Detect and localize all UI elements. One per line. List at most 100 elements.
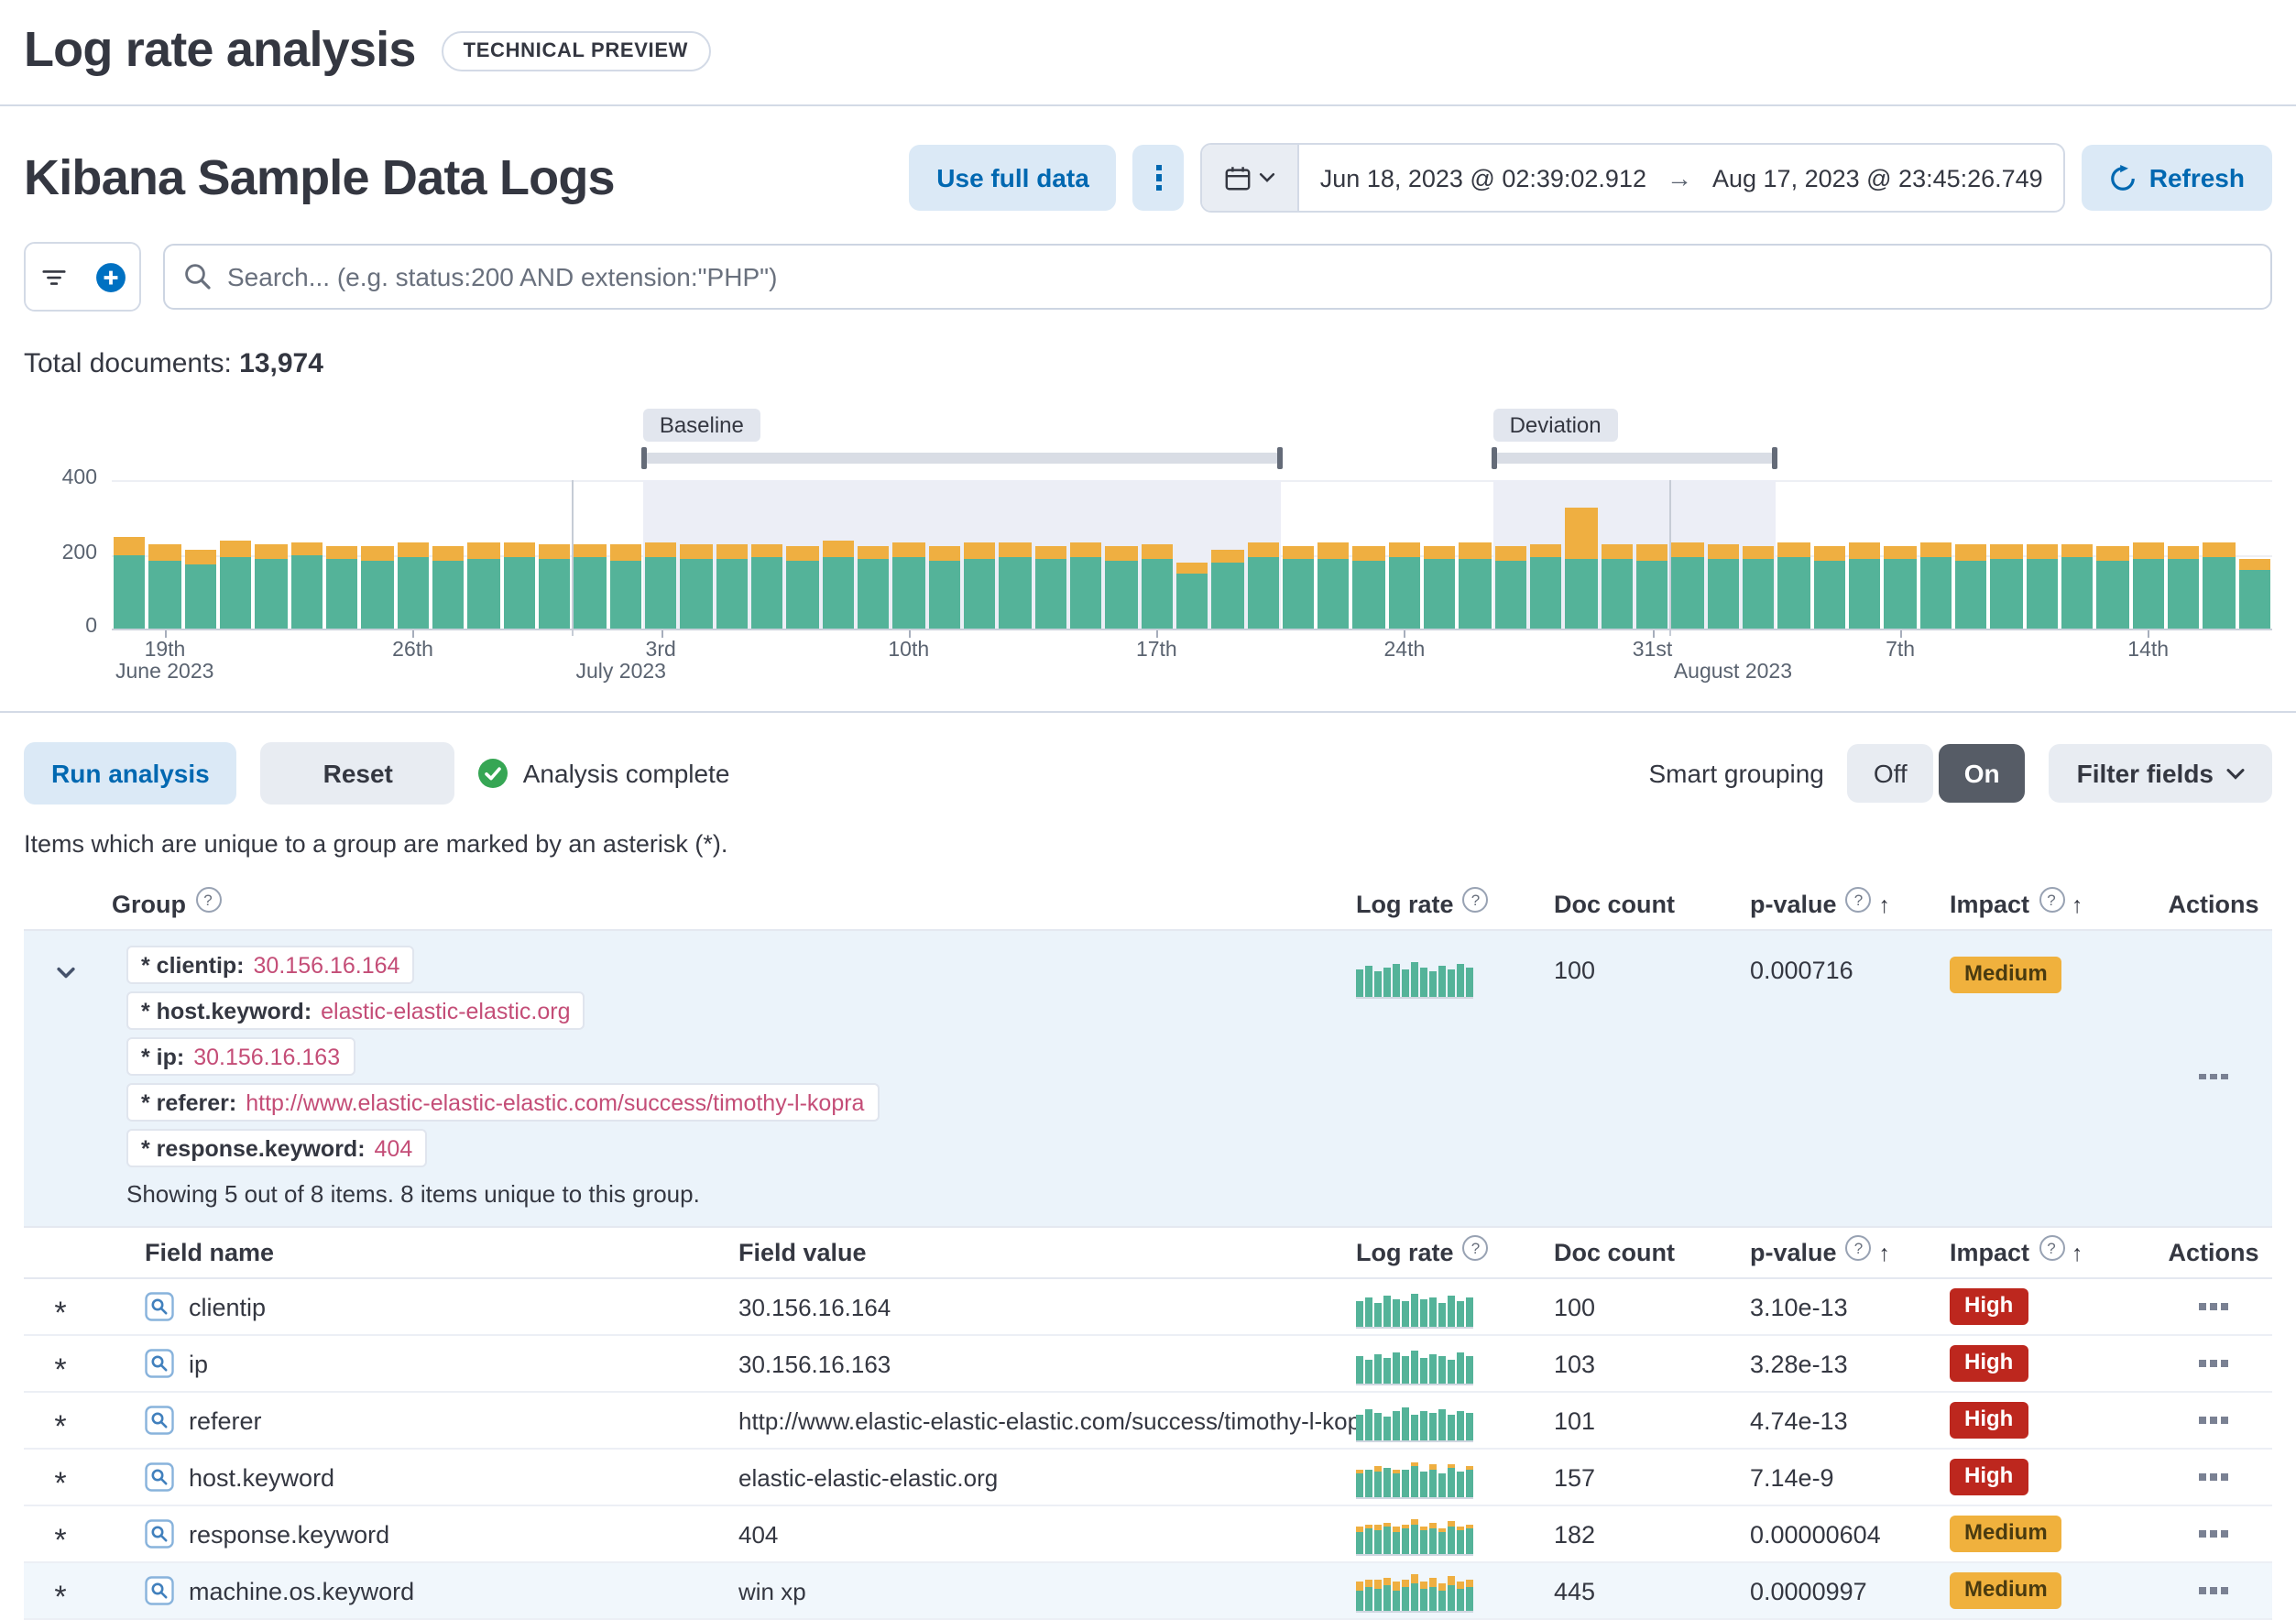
filter-toggle-button[interactable] bbox=[26, 244, 82, 310]
unique-marker: * bbox=[24, 1575, 97, 1606]
month-label: August 2023 bbox=[1674, 662, 1792, 684]
deviation-brush-right-handle[interactable] bbox=[1773, 447, 1778, 469]
histogram-bar bbox=[2097, 546, 2129, 629]
impact-badge: Medium bbox=[1950, 1572, 2062, 1609]
smart-grouping-toggle: Off On bbox=[1848, 744, 2026, 803]
filter-fields-label: Filter fields bbox=[2077, 759, 2214, 788]
month-label: July 2023 bbox=[576, 662, 666, 684]
histogram-bar bbox=[2238, 558, 2270, 629]
smart-grouping-off-button[interactable]: Off bbox=[1848, 744, 1933, 803]
date-start[interactable]: Jun 18, 2023 @ 02:39:02.912 bbox=[1300, 164, 1667, 192]
field-value: 30.156.16.164 bbox=[738, 1293, 1356, 1320]
reset-button[interactable]: Reset bbox=[261, 742, 455, 805]
field-value: elastic-elastic-elastic.org bbox=[738, 1463, 1356, 1491]
x-axis-tick bbox=[1156, 630, 1158, 638]
field-token-icon bbox=[145, 1349, 174, 1378]
p-value-column-header[interactable]: p-value?↑ bbox=[1750, 1239, 1950, 1266]
smart-grouping-on-button[interactable]: On bbox=[1939, 744, 2026, 803]
p-value-value: 7.14e-9 bbox=[1750, 1463, 1950, 1491]
check-circle-icon bbox=[479, 759, 508, 788]
row-actions-button[interactable] bbox=[2191, 1465, 2237, 1490]
histogram-bar bbox=[1105, 547, 1137, 629]
chevron-down-icon bbox=[1260, 172, 1276, 183]
doc-count-column-header: Doc count bbox=[1554, 1239, 1750, 1266]
histogram-bar bbox=[751, 544, 783, 629]
calendar-quick-select-button[interactable] bbox=[1203, 145, 1300, 211]
field-name-column-header: Field name bbox=[97, 1239, 738, 1266]
x-axis-label: 17th bbox=[1136, 640, 1177, 662]
section-title: Kibana Sample Data Logs bbox=[24, 149, 615, 206]
info-icon: ? bbox=[1846, 1234, 1872, 1260]
calendar-icon bbox=[1225, 164, 1252, 192]
doc-count-value: 445 bbox=[1554, 1577, 1750, 1604]
histogram-bar bbox=[326, 545, 358, 629]
row-actions-button[interactable] bbox=[2191, 1579, 2237, 1604]
field-table-row[interactable]: *ip30.156.16.1631033.28e-13High bbox=[24, 1336, 2272, 1393]
deviation-brush[interactable] bbox=[1493, 453, 1777, 464]
x-axis-label: 3rd bbox=[646, 640, 676, 662]
histogram-bar bbox=[184, 551, 216, 629]
field-table-header: Field name Field value Log rate? Doc cou… bbox=[24, 1228, 2272, 1279]
histogram-bar bbox=[1353, 547, 1385, 629]
date-range-picker[interactable]: Jun 18, 2023 @ 02:39:02.912 → Aug 17, 20… bbox=[1201, 143, 2065, 213]
technical-preview-badge: TECHNICAL PREVIEW bbox=[442, 30, 711, 71]
impact-column-header[interactable]: Impact?↑ bbox=[1950, 891, 2155, 918]
log-rate-column-header: Log rate? bbox=[1356, 891, 1554, 918]
row-actions-button[interactable] bbox=[2191, 1352, 2237, 1376]
total-documents: Total documents: 13,974 bbox=[24, 348, 2272, 379]
field-table-row[interactable]: *machine.os.keywordwin xp4450.0000997Med… bbox=[24, 1563, 2272, 1620]
sort-ascending-icon: ↑ bbox=[2072, 892, 2083, 917]
search-input[interactable] bbox=[163, 244, 2272, 310]
histogram-bar bbox=[1885, 545, 1917, 629]
run-analysis-button[interactable]: Run analysis bbox=[24, 742, 237, 805]
options-button[interactable] bbox=[1133, 145, 1185, 211]
row-actions-button[interactable] bbox=[2191, 1295, 2237, 1319]
field-table-row[interactable]: *clientip30.156.16.1641003.10e-13High bbox=[24, 1279, 2272, 1336]
add-filter-button[interactable] bbox=[82, 244, 139, 310]
histogram-bar bbox=[1247, 543, 1279, 629]
analysis-status: Analysis complete bbox=[479, 759, 730, 788]
boxes-horizontal-icon bbox=[2200, 1074, 2228, 1080]
group-actions-button[interactable] bbox=[2191, 1065, 2237, 1089]
p-value-column-header[interactable]: p-value?↑ bbox=[1750, 891, 1950, 918]
histogram-bar bbox=[999, 542, 1031, 629]
info-icon: ? bbox=[2039, 886, 2064, 912]
actions-column-header: Actions bbox=[2155, 891, 2272, 918]
analysis-status-label: Analysis complete bbox=[523, 759, 730, 788]
use-full-data-button[interactable]: Use full data bbox=[909, 145, 1117, 211]
filter-fields-button[interactable]: Filter fields bbox=[2050, 744, 2272, 803]
histogram-bar bbox=[1602, 545, 1634, 629]
impact-column-header[interactable]: Impact?↑ bbox=[1950, 1239, 2155, 1266]
baseline-brush-right-handle[interactable] bbox=[1277, 447, 1283, 469]
doc-count-value: 103 bbox=[1554, 1350, 1750, 1377]
group-table-row[interactable]: * clientip:30.156.16.164 * host.keyword:… bbox=[24, 931, 2272, 1228]
collapse-group-button[interactable] bbox=[49, 957, 82, 995]
field-table-row[interactable]: *response.keyword4041820.00000604Medium bbox=[24, 1506, 2272, 1563]
row-actions-button[interactable] bbox=[2191, 1522, 2237, 1547]
page-title: Log rate analysis bbox=[24, 22, 416, 79]
p-value-value: 3.10e-13 bbox=[1750, 1293, 1950, 1320]
impact-badge: High bbox=[1950, 1288, 2028, 1325]
group-item-chip: * clientip:30.156.16.164 bbox=[126, 946, 414, 984]
info-icon: ? bbox=[195, 886, 221, 912]
row-actions-button[interactable] bbox=[2191, 1408, 2237, 1433]
p-value-value: 0.000716 bbox=[1750, 946, 1950, 984]
baseline-brush-left-handle[interactable] bbox=[641, 447, 647, 469]
chart-inner: Baseline Deviation 0200400 19th26th3rd10… bbox=[112, 409, 2272, 685]
log-rate-sparkline bbox=[1356, 1513, 1473, 1555]
baseline-brush[interactable] bbox=[643, 453, 1281, 464]
plus-circle-icon bbox=[95, 261, 126, 292]
histogram-bar bbox=[1814, 547, 1846, 629]
histogram-bar bbox=[432, 547, 465, 629]
date-end[interactable]: Aug 17, 2023 @ 23:45:26.749 bbox=[1692, 164, 2063, 192]
log-rate-sparkline bbox=[1356, 1286, 1473, 1328]
unique-marker: * bbox=[24, 1348, 97, 1379]
field-name: ip bbox=[189, 1350, 208, 1377]
histogram-plot[interactable]: 0200400 bbox=[112, 480, 2272, 630]
field-table-row[interactable]: *refererhttp://www.elastic-elastic-elast… bbox=[24, 1393, 2272, 1450]
field-table-row[interactable]: *host.keywordelastic-elastic-elastic.org… bbox=[24, 1450, 2272, 1506]
baseline-label: Baseline bbox=[643, 409, 760, 442]
refresh-button[interactable]: Refresh bbox=[2082, 145, 2272, 211]
info-icon: ? bbox=[1846, 886, 1872, 912]
deviation-brush-left-handle[interactable] bbox=[1492, 447, 1497, 469]
